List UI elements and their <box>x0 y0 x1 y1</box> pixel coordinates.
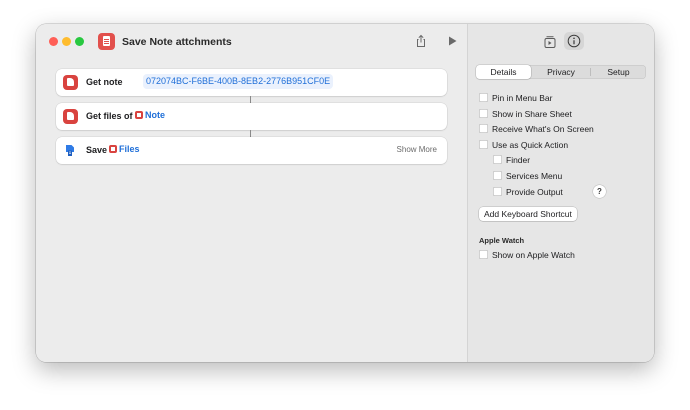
files-app-icon <box>66 145 74 156</box>
title-bar: Save Note attchments <box>36 24 467 60</box>
option-label: Receive What's On Screen <box>492 124 594 134</box>
option-label: Pin in Menu Bar <box>492 93 553 103</box>
share-icon[interactable] <box>414 34 428 48</box>
option-label: Use as Quick Action <box>492 140 569 150</box>
window-title[interactable]: Save Note attchments <box>122 36 232 48</box>
action-verb: Get files of <box>86 111 133 121</box>
minimize-button[interactable] <box>62 37 71 46</box>
checkbox[interactable] <box>479 109 488 118</box>
action-get-note[interactable]: Get note 072074BC-F6BE-400B-8EB2-2776B95… <box>56 69 447 96</box>
notes-variable-icon <box>135 111 143 119</box>
option-label: Services Menu <box>506 171 563 181</box>
notes-app-icon <box>63 109 78 124</box>
checkbox[interactable] <box>493 187 502 196</box>
note-id-token[interactable]: 072074BC-F6BE-400B-8EB2-2776B951CF0E <box>143 74 334 89</box>
zoom-button[interactable] <box>75 37 84 46</box>
option-provide-output[interactable]: Provide Output ? <box>493 185 613 198</box>
action-connector <box>250 96 251 103</box>
action-get-files-of[interactable]: Get files of Note <box>56 103 447 130</box>
run-icon[interactable] <box>446 35 458 47</box>
checkbox[interactable] <box>479 140 488 149</box>
token-label: Note <box>145 110 165 120</box>
option-label: Show on Apple Watch <box>492 250 575 260</box>
option-label: Provide Output <box>506 187 563 197</box>
details-inspector-button[interactable] <box>564 32 584 50</box>
files-variable-token[interactable]: Files <box>106 142 143 157</box>
checkbox[interactable] <box>493 155 502 164</box>
token-label: Files <box>119 144 140 154</box>
apple-watch-heading: Apple Watch <box>479 236 525 245</box>
shortcuts-window: Save Note attchments Get note 072074BC-F… <box>36 24 654 362</box>
tab-setup[interactable]: Setup <box>591 65 646 79</box>
action-verb: Get note <box>86 77 123 87</box>
library-icon[interactable] <box>543 35 557 49</box>
action-verb: Save <box>86 145 108 155</box>
editor-pane: Save Note attchments Get note 072074BC-F… <box>36 24 467 362</box>
action-save[interactable]: Save Files Show More <box>56 137 447 164</box>
show-more-button[interactable]: Show More <box>397 145 437 154</box>
option-label: Show in Share Sheet <box>492 109 572 119</box>
info-icon <box>567 34 581 48</box>
tab-privacy[interactable]: Privacy <box>533 65 589 79</box>
inspector-pane: Details Privacy Setup Pin in Menu Bar Sh… <box>467 24 654 362</box>
help-icon[interactable]: ? <box>593 185 606 198</box>
note-variable-token[interactable]: Note <box>132 108 168 123</box>
add-keyboard-shortcut-button[interactable]: Add Keyboard Shortcut <box>479 207 577 221</box>
shortcut-icon[interactable] <box>98 33 115 50</box>
checkbox[interactable] <box>479 250 488 259</box>
close-button[interactable] <box>49 37 58 46</box>
notes-variable-icon <box>109 145 117 153</box>
option-label: Finder <box>506 155 531 165</box>
checkbox[interactable] <box>493 171 502 180</box>
checkbox[interactable] <box>479 124 488 133</box>
inspector-tabs: Details Privacy Setup <box>476 65 646 79</box>
action-connector <box>250 130 251 137</box>
tab-details[interactable]: Details <box>476 65 531 79</box>
notes-app-icon <box>63 75 78 90</box>
checkbox[interactable] <box>479 93 488 102</box>
